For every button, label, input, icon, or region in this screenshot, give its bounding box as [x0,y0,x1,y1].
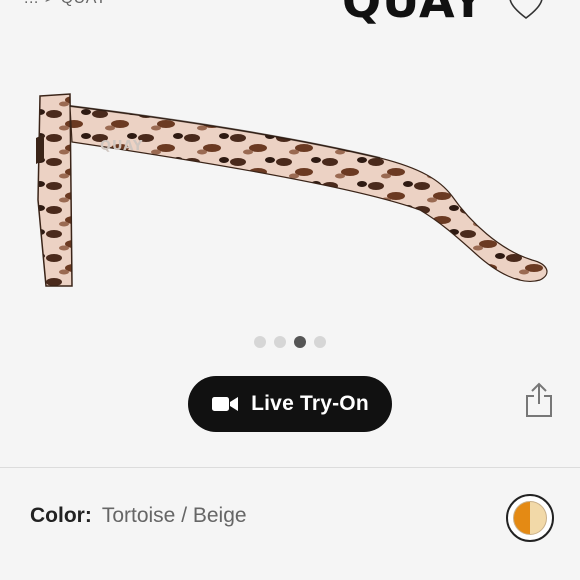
breadcrumb: ... > QUAY [24,0,107,8]
brand-logo[interactable]: QUAY [342,0,486,24]
carousel-dot[interactable] [254,336,266,348]
breadcrumb-current[interactable]: QUAY [61,0,107,8]
product-image[interactable]: QUAY [0,60,580,310]
color-value: Tortoise / Beige [101,504,247,527]
breadcrumb-ellipsis[interactable]: ... [24,0,39,8]
live-try-on-button[interactable]: Live Try-On [188,376,392,432]
share-icon[interactable] [524,382,554,418]
carousel-dot[interactable] [314,336,326,348]
color-swatch-selected[interactable] [506,494,554,542]
sunglasses-logo: QUAY [100,139,143,154]
live-try-on-label: Live Try-On [251,392,369,415]
sunglasses-frame [36,93,548,287]
color-section: Color: Tortoise / Beige [0,468,580,580]
breadcrumb-separator: > [45,0,55,8]
heart-icon[interactable] [508,0,544,20]
color-label: Color: [30,504,92,527]
color-row: Color: Tortoise / Beige [30,504,247,528]
video-camera-icon [212,397,239,411]
carousel-dot[interactable] [294,336,306,348]
carousel-dot[interactable] [274,336,286,348]
top-bar: ... > QUAY QUAY [0,0,580,24]
carousel-dots [254,336,326,348]
color-swatch-fill [513,501,547,535]
